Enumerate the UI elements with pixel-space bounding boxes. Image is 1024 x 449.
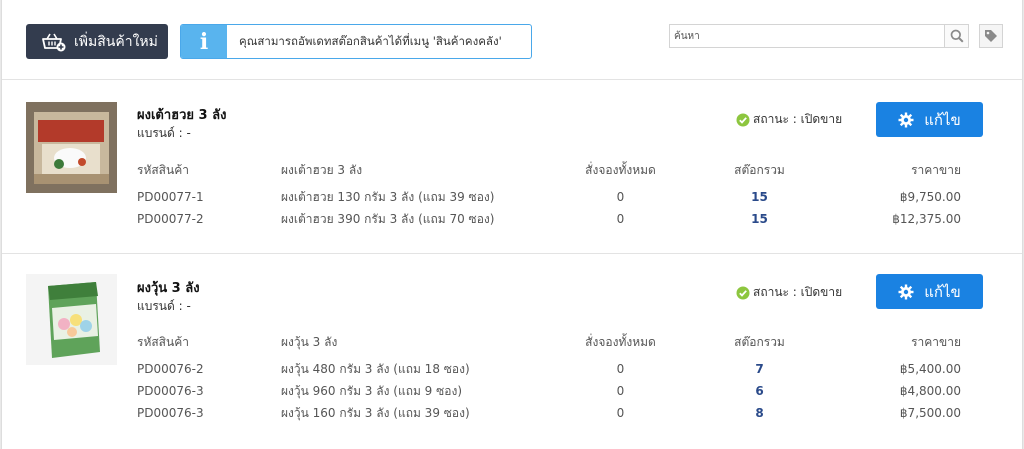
column-variant-name: ผงเต้าฮวย 3 ลัง [281,163,363,177]
variant-sku: PD00077-2 [137,212,204,226]
variant-sku: PD00076-3 [137,406,204,420]
column-price: ราคาขาย [911,335,961,349]
variant-stock[interactable]: 8 [697,402,822,424]
column-booked: สั่งจองทั้งหมด [585,335,656,349]
edit-button[interactable]: แก้ไข [876,102,983,137]
check-circle-icon [736,286,750,299]
gear-icon [898,284,914,299]
variant-table-header: รหัสสินค้า ผงเต้าฮวย 3 ลัง สั่งจองทั้งหม… [137,159,963,181]
variant-table: รหัสสินค้า ผงวุ้น 3 ลัง สั่งจองทั้งหมด ส… [137,331,963,424]
variant-name: ผงเต้าฮวย 130 กรัม 3 ลัง (แถม 39 ซอง) [281,190,495,204]
add-product-label: เพิ่มสินค้าใหม่ [74,33,158,50]
variant-booked: 0 [616,212,625,226]
product-image[interactable] [26,274,117,365]
column-stock: สต๊อกรวม [734,163,785,177]
gear-icon [898,112,914,127]
variant-price: ฿9,750.00 [899,190,961,204]
variant-row: PD00077-2 ผงเต้าฮวย 390 กรัม 3 ลัง (แถม … [137,208,963,230]
variant-row: PD00076-3 ผงวุ้น 160 กรัม 3 ลัง (แถม 39 … [137,402,963,424]
variant-booked: 0 [616,362,625,376]
variant-price: ฿12,375.00 [892,212,961,226]
column-variant-name: ผงวุ้น 3 ลัง [281,335,338,349]
variant-row: PD00076-2 ผงวุ้น 480 กรัม 3 ลัง (แถม 18 … [137,358,963,380]
product-name[interactable]: ผงเต้าฮวย 3 ลัง [137,104,226,125]
variant-stock[interactable]: 7 [697,358,822,380]
column-sku: รหัสสินค้า [137,163,189,177]
product-photo [26,274,117,365]
tag-icon [985,30,997,42]
variant-sku: PD00076-3 [137,384,204,398]
product-brand: แบรนด์ : - [137,126,191,140]
edit-button[interactable]: แก้ไข [876,274,983,309]
search-icon [950,29,964,43]
column-price: ราคาขาย [911,163,961,177]
info-notice: i คุณสามารถอัพเดทสต๊อกสินค้าได้ที่เมนู '… [180,24,532,59]
variant-row: PD00076-3 ผงวุ้น 960 กรัม 3 ลัง (แถม 9 ซ… [137,380,963,402]
variant-price: ฿7,500.00 [899,406,961,420]
basket-add-icon [42,33,66,51]
variant-name: ผงวุ้น 960 กรัม 3 ลัง (แถม 9 ซอง) [281,384,463,398]
add-product-button[interactable]: เพิ่มสินค้าใหม่ [26,24,168,59]
variant-price: ฿5,400.00 [899,362,961,376]
variant-booked: 0 [616,190,625,204]
search-button[interactable] [944,25,968,47]
variant-table-header: รหัสสินค้า ผงวุ้น 3 ลัง สั่งจองทั้งหมด ส… [137,331,963,353]
search-box [669,24,969,48]
variant-table: รหัสสินค้า ผงเต้าฮวย 3 ลัง สั่งจองทั้งหม… [137,159,963,230]
variant-sku: PD00077-1 [137,190,204,204]
search-input[interactable] [670,25,944,47]
variant-row: PD00077-1 ผงเต้าฮวย 130 กรัม 3 ลัง (แถม … [137,186,963,208]
status-badge: สถานะ : เปิดขาย [736,283,842,302]
status-text: สถานะ : เปิดขาย [753,285,843,299]
product-list-page: เพิ่มสินค้าใหม่ i คุณสามารถอัพเดทสต๊อกสิ… [1,0,1023,449]
variant-booked: 0 [616,406,625,420]
product-brand: แบรนด์ : - [137,299,191,313]
variant-stock[interactable]: 6 [697,380,822,402]
status-badge: สถานะ : เปิดขาย [736,110,842,129]
column-sku: รหัสสินค้า [137,335,189,349]
variant-name: ผงวุ้น 160 กรัม 3 ลัง (แถม 39 ซอง) [281,406,470,420]
variant-stock[interactable]: 15 [697,186,822,208]
column-booked: สั่งจองทั้งหมด [585,163,656,177]
product-card: ผงเต้าฮวย 3 ลัง แบรนด์ : - สถานะ : เปิดข… [2,81,1022,254]
variant-booked: 0 [616,384,625,398]
info-icon: i [181,25,227,58]
toolbar: เพิ่มสินค้าใหม่ i คุณสามารถอัพเดทสต๊อกสิ… [2,0,1022,80]
variant-name: ผงวุ้น 480 กรัม 3 ลัง (แถม 18 ซอง) [281,362,470,376]
check-circle-icon [736,113,750,126]
edit-label: แก้ไข [924,282,961,301]
variant-price: ฿4,800.00 [899,384,961,398]
edit-label: แก้ไข [924,110,961,129]
variant-sku: PD00076-2 [137,362,204,376]
variant-name: ผงเต้าฮวย 390 กรัม 3 ลัง (แถม 70 ซอง) [281,212,495,226]
info-text: คุณสามารถอัพเดทสต๊อกสินค้าได้ที่เมนู 'สิ… [239,33,502,48]
product-photo [26,102,117,193]
tag-filter-button[interactable] [979,24,1003,48]
product-card: ผงวุ้น 3 ลัง แบรนด์ : - สถานะ : เปิดขาย [2,254,1022,449]
product-image[interactable] [26,102,117,193]
status-text: สถานะ : เปิดขาย [753,112,843,126]
column-stock: สต๊อกรวม [734,335,785,349]
product-name[interactable]: ผงวุ้น 3 ลัง [137,277,200,298]
variant-stock[interactable]: 15 [697,208,822,230]
